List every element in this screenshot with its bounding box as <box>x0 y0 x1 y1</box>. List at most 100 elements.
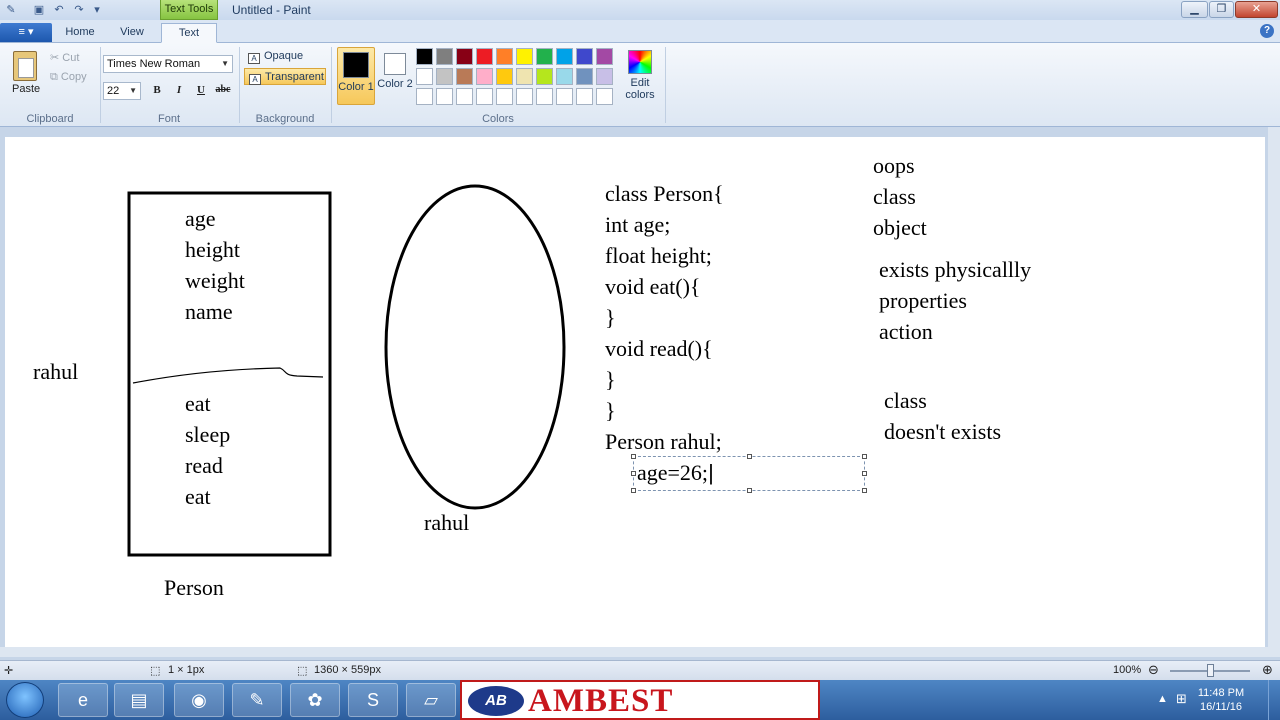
show-desktop-button[interactable] <box>1268 680 1280 720</box>
palette-swatch[interactable] <box>476 68 493 85</box>
opaque-option[interactable]: A Opaque <box>244 48 326 65</box>
palette-swatch[interactable] <box>556 88 573 105</box>
flower-app-icon[interactable]: ✿ <box>290 683 340 717</box>
system-clock[interactable]: 11:48 PM 16/11/16 <box>1196 686 1246 714</box>
customize-quick-access-icon[interactable]: ▾ <box>90 3 104 17</box>
color-palette <box>416 48 620 108</box>
copy-icon: ⧉ <box>50 71 61 83</box>
palette-swatch[interactable] <box>556 48 573 65</box>
palette-swatch[interactable] <box>476 88 493 105</box>
attribute-line: height <box>185 237 240 262</box>
font-family-select[interactable]: Times New Roman ▼ <box>103 55 233 73</box>
palette-swatch[interactable] <box>576 68 593 85</box>
box-caption: Person <box>164 575 224 600</box>
start-button[interactable] <box>6 682 44 718</box>
paint-app-icon[interactable]: ✎ <box>4 3 18 17</box>
undo-icon[interactable]: ↶ <box>52 3 66 17</box>
resize-handle[interactable] <box>631 454 636 459</box>
note-line: action <box>879 319 933 344</box>
palette-swatch[interactable] <box>496 48 513 65</box>
italic-button[interactable]: I <box>169 81 189 99</box>
palette-swatch[interactable] <box>576 88 593 105</box>
bold-button[interactable]: B <box>147 81 167 99</box>
transparent-option[interactable]: A Transparent <box>244 68 326 85</box>
paint-brush-app-icon[interactable]: ✎ <box>232 683 282 717</box>
file-menu-button[interactable]: ≡ ▾ <box>0 23 52 42</box>
show-hidden-icons-button[interactable]: ▲ <box>1157 693 1168 705</box>
palette-swatch[interactable] <box>576 48 593 65</box>
attribute-line: weight <box>185 268 245 293</box>
palette-swatch[interactable] <box>536 88 553 105</box>
palette-swatch[interactable] <box>416 48 433 65</box>
palette-swatch[interactable] <box>456 48 473 65</box>
palette-swatch[interactable] <box>456 68 473 85</box>
tab-home[interactable]: Home <box>60 23 100 43</box>
zoom-slider-thumb[interactable] <box>1207 664 1214 677</box>
palette-swatch[interactable] <box>536 68 553 85</box>
resize-handle[interactable] <box>862 471 867 476</box>
palette-swatch[interactable] <box>416 88 433 105</box>
network-icon[interactable]: ⊞ <box>1176 691 1187 707</box>
internet-explorer-icon[interactable]: e <box>58 683 108 717</box>
palette-swatch[interactable] <box>436 88 453 105</box>
save-icon[interactable]: ▣ <box>32 3 46 17</box>
chevron-down-icon: ▼ <box>221 59 229 68</box>
resize-handle[interactable] <box>631 471 636 476</box>
color1-button[interactable]: Color 1 <box>337 47 375 105</box>
maximize-button[interactable]: ❐ <box>1209 1 1234 18</box>
close-button[interactable]: ✕ <box>1235 1 1278 18</box>
tab-text[interactable]: Text <box>161 23 217 43</box>
palette-swatch[interactable] <box>436 68 453 85</box>
status-bar: ✛ ⬚ 1 × 1px ⬚ 1360 × 559px 100% ⊖ ⊕ <box>0 660 1280 680</box>
horizontal-scrollbar[interactable] <box>0 647 1280 657</box>
text-edit-box[interactable]: age=26;| <box>631 454 867 493</box>
zoom-out-button[interactable]: ⊖ <box>1148 662 1159 678</box>
palette-swatch[interactable] <box>596 68 613 85</box>
paste-icon[interactable] <box>13 51 37 81</box>
chrome-icon[interactable]: ◉ <box>174 683 224 717</box>
paste-button[interactable]: Paste <box>12 83 40 95</box>
palette-swatch[interactable] <box>476 48 493 65</box>
palette-swatch[interactable] <box>456 88 473 105</box>
resize-handle[interactable] <box>862 488 867 493</box>
palette-swatch[interactable] <box>516 68 533 85</box>
skype-icon[interactable]: S <box>348 683 398 717</box>
code-line: int age; <box>605 212 671 237</box>
copy-button[interactable]: ⧉ Copy <box>50 71 87 84</box>
palette-swatch[interactable] <box>516 88 533 105</box>
color2-button[interactable]: Color 2 <box>376 47 414 105</box>
palette-swatch[interactable] <box>516 48 533 65</box>
minimize-button[interactable]: ▁ <box>1181 1 1208 18</box>
vertical-scrollbar[interactable] <box>1268 127 1280 647</box>
ribbon-separator <box>239 47 240 123</box>
font-size-select[interactable]: 22 ▼ <box>103 82 141 100</box>
edit-colors-button[interactable]: Edit colors <box>624 47 656 101</box>
palette-swatch[interactable] <box>436 48 453 65</box>
resize-handle[interactable] <box>747 454 752 459</box>
strikethrough-button[interactable]: abc <box>213 81 233 99</box>
palette-swatch[interactable] <box>496 68 513 85</box>
resize-handle[interactable] <box>862 454 867 459</box>
palette-swatch[interactable] <box>556 68 573 85</box>
tab-view[interactable]: View <box>112 23 152 43</box>
underline-button[interactable]: U <box>191 81 211 99</box>
chevron-down-icon: ▼ <box>129 86 137 95</box>
redo-icon[interactable]: ↷ <box>72 3 86 17</box>
palette-swatch[interactable] <box>496 88 513 105</box>
palette-swatch[interactable] <box>596 48 613 65</box>
resize-handle[interactable] <box>631 488 636 493</box>
palette-swatch[interactable] <box>536 48 553 65</box>
resize-handle[interactable] <box>747 488 752 493</box>
zoom-in-button[interactable]: ⊕ <box>1262 662 1273 678</box>
palette-swatch[interactable] <box>416 68 433 85</box>
palette-swatch[interactable] <box>596 88 613 105</box>
workspace: rahul age height weight name eat sleep read ea… <box>0 127 1280 660</box>
file-explorer-icon[interactable]: ▤ <box>114 683 164 717</box>
paint-taskbar-icon[interactable]: ▱ <box>406 683 456 717</box>
code-line: void read(){ <box>605 336 713 361</box>
selection-size-icon: ⬚ <box>150 665 161 677</box>
cut-button[interactable]: ✂ Cut <box>50 51 79 64</box>
drawing-canvas[interactable]: rahul age height weight name eat sleep read ea… <box>5 137 1265 649</box>
help-icon[interactable]: ? <box>1260 24 1274 38</box>
text-caret: | <box>708 460 714 485</box>
